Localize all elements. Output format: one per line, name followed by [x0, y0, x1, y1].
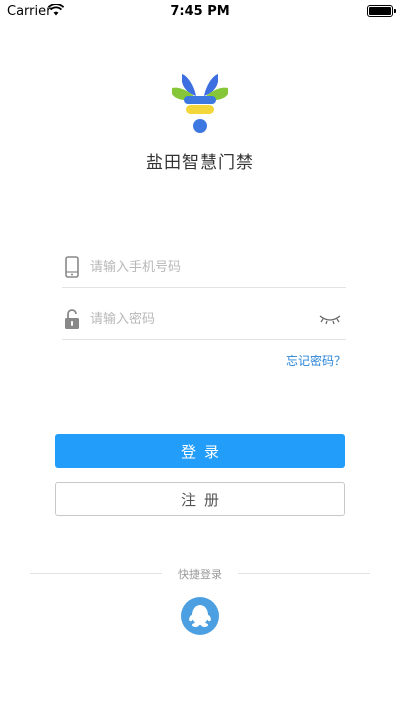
- app-logo: [172, 74, 228, 133]
- login-button[interactable]: 登录: [55, 434, 345, 468]
- battery-cap: [394, 9, 396, 13]
- clock: 7:45 PM: [170, 4, 230, 19]
- phone-field-row: [62, 248, 346, 288]
- password-input[interactable]: [90, 306, 310, 332]
- quick-login-label: 快捷登录: [178, 568, 222, 581]
- phone-input[interactable]: [90, 254, 310, 280]
- qq-icon: [189, 605, 211, 627]
- battery-icon: [367, 5, 393, 17]
- divider-right: [238, 573, 370, 574]
- eye-closed-icon[interactable]: [318, 312, 342, 326]
- register-button[interactable]: 注册: [55, 482, 345, 516]
- lock-icon: [65, 309, 79, 329]
- qq-login-button[interactable]: [181, 597, 219, 635]
- password-field-row: [62, 300, 346, 340]
- phone-icon: [65, 256, 79, 278]
- forgot-password-link[interactable]: 忘记密码？: [286, 352, 346, 369]
- status-bar: Carrier 7:45 PM: [0, 0, 400, 22]
- app-title: 盐田智慧门禁: [146, 153, 254, 173]
